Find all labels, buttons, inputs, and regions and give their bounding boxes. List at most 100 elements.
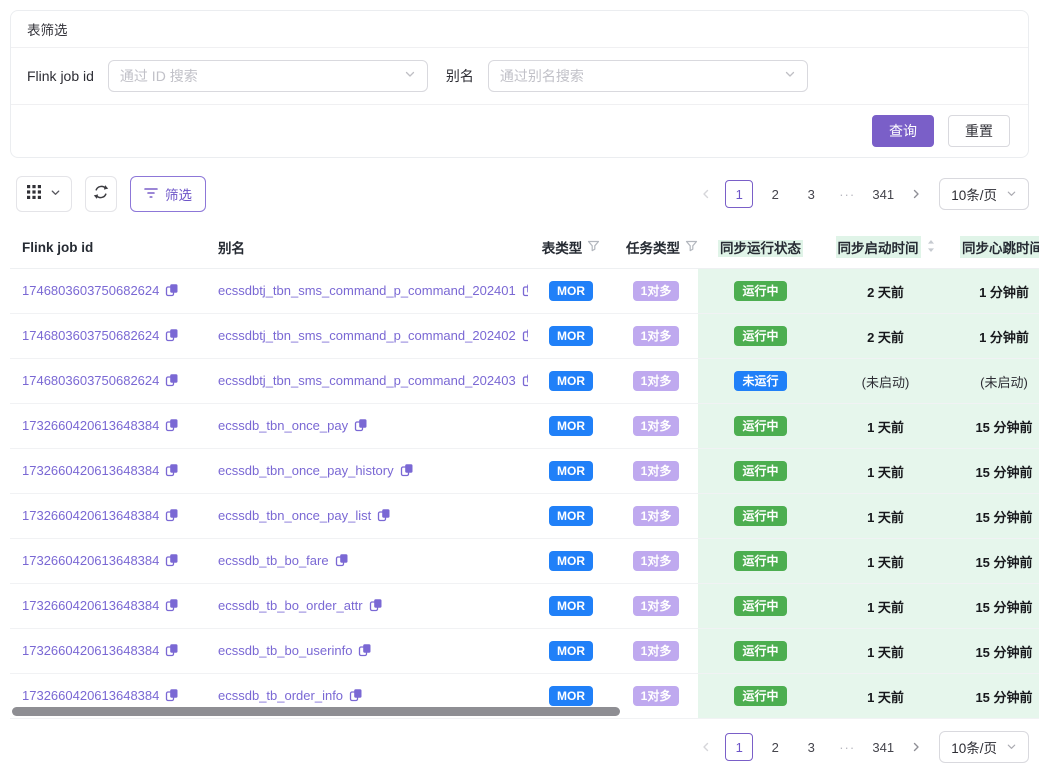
task-type-tag: 1对多: [633, 596, 680, 616]
job-id-link[interactable]: 1732660420613648384: [22, 643, 159, 658]
toolbar-left: 筛选: [16, 176, 206, 212]
copy-icon[interactable]: [522, 283, 528, 300]
sync-heartbeat-time: 15 分钟前: [948, 629, 1039, 674]
task-type-tag: 1对多: [633, 686, 680, 706]
col-header-sync-status: 同步运行状态: [698, 226, 823, 269]
sync-heartbeat-time: 15 分钟前: [948, 674, 1039, 719]
table-type-tag: MOR: [549, 281, 593, 301]
alias-link[interactable]: ecssdb_tb_bo_order_attr: [218, 598, 363, 613]
page-item-2[interactable]: 2: [761, 733, 789, 761]
page-ellipsis[interactable]: ···: [833, 733, 861, 761]
reset-button[interactable]: 重置: [948, 115, 1010, 147]
alias-select[interactable]: 通过别名搜索: [488, 60, 808, 92]
chevron-down-icon: [1006, 187, 1017, 202]
alias-link[interactable]: ecssdb_tbn_once_pay: [218, 418, 348, 433]
table-header-row: Flink job id 别名 表类型 任务类型 同步运行状态 同步启动时间: [10, 226, 1039, 269]
page-size-select[interactable]: 10条/页: [939, 731, 1029, 763]
table-type-tag: MOR: [549, 596, 593, 616]
horizontal-scrollbar[interactable]: [12, 707, 620, 716]
page-size-value: 10条/页: [951, 184, 997, 204]
copy-icon[interactable]: [165, 598, 179, 615]
table-type-tag: MOR: [549, 416, 593, 436]
job-id-link[interactable]: 1732660420613648384: [22, 688, 159, 703]
alias-link[interactable]: ecssdb_tb_bo_fare: [218, 553, 329, 568]
copy-icon[interactable]: [165, 328, 179, 345]
job-id-link[interactable]: 1732660420613648384: [22, 418, 159, 433]
alias-link[interactable]: ecssdbtj_tbn_sms_command_p_command_20240…: [218, 328, 516, 343]
copy-icon[interactable]: [165, 688, 179, 705]
job-id-link[interactable]: 1732660420613648384: [22, 508, 159, 523]
copy-icon[interactable]: [165, 553, 179, 570]
sync-start-time: 1 天前: [823, 449, 948, 494]
task-type-tag: 1对多: [633, 371, 680, 391]
job-id-link[interactable]: 1746803603750682624: [22, 283, 159, 298]
next-page-icon[interactable]: [905, 733, 927, 761]
table-type-tag: MOR: [549, 461, 593, 481]
copy-icon[interactable]: [349, 688, 363, 705]
filter-funnel-icon[interactable]: [685, 240, 698, 255]
table-row: 1732660420613648384 ecssdb_tbn_once_pay_…: [10, 449, 1039, 494]
col-header-sync-heartbeat-label: 同步心跳时间: [960, 236, 1039, 258]
sync-start-time: 1 天前: [823, 494, 948, 539]
copy-icon[interactable]: [354, 418, 368, 435]
copy-icon[interactable]: [165, 643, 179, 660]
copy-icon[interactable]: [522, 373, 528, 390]
density-button[interactable]: [16, 176, 72, 212]
col-header-sync-heartbeat: 同步心跳时间: [948, 226, 1039, 269]
sync-heartbeat-time: 15 分钟前: [948, 449, 1039, 494]
page-item-last[interactable]: 341: [869, 733, 897, 761]
table-type-tag: MOR: [549, 686, 593, 706]
page-item-3[interactable]: 3: [797, 180, 825, 208]
page-item-2[interactable]: 2: [761, 180, 789, 208]
page-item-last[interactable]: 341: [869, 180, 897, 208]
page-item-1[interactable]: 1: [725, 180, 753, 208]
refresh-button[interactable]: [85, 176, 117, 212]
copy-icon[interactable]: [165, 373, 179, 390]
alias-link[interactable]: ecssdb_tb_bo_userinfo: [218, 643, 352, 658]
query-button[interactable]: 查询: [872, 115, 934, 147]
prev-page-icon[interactable]: [695, 733, 717, 761]
alias-link[interactable]: ecssdbtj_tbn_sms_command_p_command_20240…: [218, 283, 516, 298]
copy-icon[interactable]: [165, 283, 179, 300]
prev-page-icon[interactable]: [695, 180, 717, 208]
job-id-link[interactable]: 1732660420613648384: [22, 598, 159, 613]
copy-icon[interactable]: [165, 463, 179, 480]
alias-link[interactable]: ecssdbtj_tbn_sms_command_p_command_20240…: [218, 373, 516, 388]
copy-icon[interactable]: [522, 328, 528, 345]
col-header-task-type: 任务类型: [614, 226, 698, 269]
sync-start-time: (未启动): [823, 359, 948, 404]
alias-link[interactable]: ecssdb_tbn_once_pay_history: [218, 463, 394, 478]
copy-icon[interactable]: [377, 508, 391, 525]
page-size-select[interactable]: 10条/页: [939, 178, 1029, 210]
status-badge: 运行中: [734, 551, 786, 571]
page-item-1[interactable]: 1: [725, 733, 753, 761]
copy-icon[interactable]: [165, 508, 179, 525]
flink-job-id-select[interactable]: 通过 ID 搜索: [108, 60, 428, 92]
copy-icon[interactable]: [369, 598, 383, 615]
copy-icon[interactable]: [335, 553, 349, 570]
flink-job-id-field: Flink job id 通过 ID 搜索: [27, 60, 428, 92]
status-badge: 未运行: [734, 371, 786, 391]
status-badge: 运行中: [734, 461, 786, 481]
copy-icon[interactable]: [358, 643, 372, 660]
copy-icon[interactable]: [400, 463, 414, 480]
status-badge: 运行中: [734, 416, 786, 436]
sync-start-time: 1 天前: [823, 674, 948, 719]
task-type-tag: 1对多: [633, 461, 680, 481]
job-id-link[interactable]: 1746803603750682624: [22, 373, 159, 388]
job-id-link[interactable]: 1732660420613648384: [22, 553, 159, 568]
page-item-3[interactable]: 3: [797, 733, 825, 761]
job-id-link[interactable]: 1732660420613648384: [22, 463, 159, 478]
page-ellipsis[interactable]: ···: [833, 180, 861, 208]
sorter-icon[interactable]: [926, 239, 936, 256]
table-row: 1732660420613648384 ecssdb_tbn_once_pay …: [10, 404, 1039, 449]
copy-icon[interactable]: [165, 418, 179, 435]
job-id-link[interactable]: 1746803603750682624: [22, 328, 159, 343]
filter-card: 表筛选 Flink job id 通过 ID 搜索 别名 通过别名搜索: [10, 10, 1029, 158]
chevron-down-icon: [50, 185, 61, 203]
alias-link[interactable]: ecssdb_tbn_once_pay_list: [218, 508, 371, 523]
alias-link[interactable]: ecssdb_tb_order_info: [218, 688, 343, 703]
filter-funnel-icon[interactable]: [587, 240, 600, 255]
filter-toggle-button[interactable]: 筛选: [130, 176, 206, 212]
next-page-icon[interactable]: [905, 180, 927, 208]
